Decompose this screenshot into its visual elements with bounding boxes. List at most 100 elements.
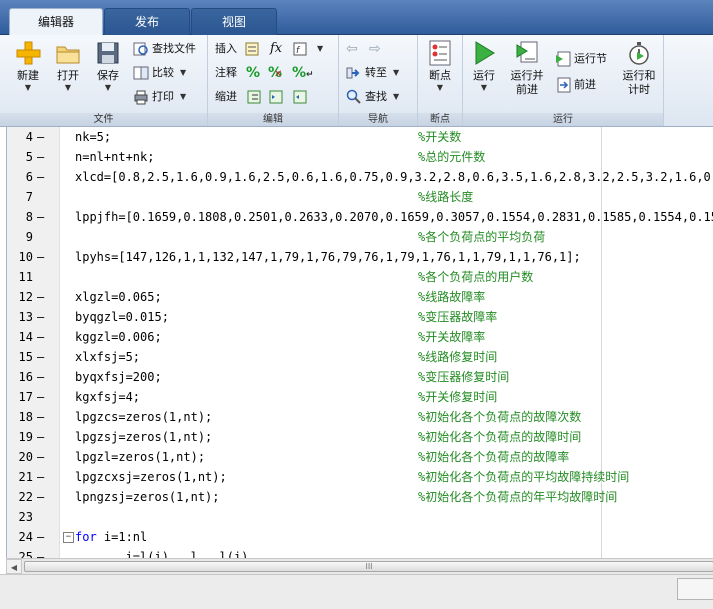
code-line[interactable]: 5– n=nl+nt+nk; %总的元件数 xyxy=(7,147,713,167)
breakpoint-marker[interactable]: – xyxy=(37,307,44,327)
comment-label: 注释 xyxy=(215,66,237,79)
line-number: 14 xyxy=(18,330,33,344)
find-files-icon xyxy=(133,41,149,57)
breakpoint-marker[interactable]: – xyxy=(37,367,44,387)
code-line[interactable]: 18– lpgzcs=zeros(1,nt); %初始化各个负荷点的故障次数 xyxy=(7,407,713,427)
insert-section-icon[interactable] xyxy=(244,39,263,59)
folder-icon xyxy=(54,39,82,67)
breakpoint-marker[interactable]: – xyxy=(37,487,44,507)
fx-button[interactable]: fx xyxy=(270,39,282,59)
scrollbar-thumb[interactable]: III xyxy=(24,561,713,572)
find-files-button[interactable]: 查找文件 xyxy=(133,39,196,59)
breakpoint-marker[interactable]: – xyxy=(37,447,44,467)
run-advance-button[interactable]: 运行并 前进 xyxy=(505,39,549,97)
code-rest: i=1:nl xyxy=(96,530,148,544)
code-line[interactable]: 9 %各个负荷点的平均负荷 xyxy=(7,227,713,247)
increase-indent-icon[interactable] xyxy=(268,87,287,107)
code-comment: %线路长度 xyxy=(418,190,474,204)
code-line[interactable]: 7 %线路长度 xyxy=(7,187,713,207)
uncomment-icon[interactable]: %✕ xyxy=(268,63,282,83)
save-button[interactable]: 保存 ▼ xyxy=(90,39,126,93)
breakpoint-marker[interactable]: – xyxy=(37,327,44,347)
line-number: 7 xyxy=(25,190,33,204)
breakpoint-marker[interactable]: – xyxy=(37,527,44,547)
goto-button[interactable]: 转至 ▼ xyxy=(346,63,399,83)
run-and-time-label: 运行和 计时 xyxy=(622,69,656,96)
breakpoint-marker[interactable]: – xyxy=(37,427,44,447)
new-button[interactable]: 新建 ▼ xyxy=(8,39,48,93)
breakpoint-marker[interactable]: – xyxy=(37,407,44,427)
smart-indent-icon[interactable] xyxy=(246,87,265,107)
scroll-left-icon[interactable]: ◀ xyxy=(6,559,22,574)
advance-button[interactable]: 前进 xyxy=(555,75,596,95)
chevron-down-icon: ▼ xyxy=(436,83,444,92)
line-number: 10 xyxy=(18,250,33,264)
code-line[interactable]: 17– kgxfsj=4; %开关修复时间 xyxy=(7,387,713,407)
wrap-comments-icon[interactable]: %↵ xyxy=(292,63,314,83)
breakpoint-marker[interactable]: – xyxy=(37,467,44,487)
indent-button[interactable]: 缩进 xyxy=(215,87,237,107)
breakpoint-marker[interactable]: – xyxy=(37,127,44,147)
run-advance-icon xyxy=(513,39,541,67)
line-number: 16 xyxy=(18,370,33,384)
fold-toggle-icon[interactable]: − xyxy=(63,532,74,543)
code-line[interactable]: 8– lppjfh=[0.1659,0.1808,0.2501,0.2633,0.… xyxy=(7,207,713,227)
code-line[interactable]: 24– − for i=1:nl xyxy=(7,527,713,547)
breakpoint-marker[interactable]: – xyxy=(37,247,44,267)
forward-arrow-icon[interactable]: ⇨ xyxy=(369,39,381,59)
run-section-button[interactable]: 运行节 xyxy=(555,49,607,69)
breakpoints-button[interactable]: 断点 ▼ xyxy=(423,39,457,93)
breakpoint-marker[interactable]: – xyxy=(37,207,44,227)
code-line[interactable]: 14– kggzl=0.006; %开关故障率 xyxy=(7,327,713,347)
back-arrow-icon[interactable]: ⇦ xyxy=(346,39,358,59)
line-number: 12 xyxy=(18,290,33,304)
code-line[interactable]: 21– lpgzcxsj=zeros(1,nt); %初始化各个负荷点的平均故障持续… xyxy=(7,467,713,487)
code-text: lpgzcxsj=zeros(1,nt); xyxy=(75,470,227,484)
breakpoint-marker[interactable]: – xyxy=(37,387,44,407)
line-number: 6 xyxy=(25,170,33,184)
print-button[interactable]: 打印 ▼ xyxy=(133,87,186,107)
tab-publish[interactable]: 发布 xyxy=(104,8,190,35)
code-line[interactable]: 20– lpgzl=zeros(1,nt); %初始化各个负荷点的故障率 xyxy=(7,447,713,467)
code-line[interactable]: 25– ...i=l(i)...l...l(i) xyxy=(7,547,713,558)
stopwatch-icon xyxy=(625,39,653,67)
code-line[interactable]: 16– byqxfsj=200; %变压器修复时间 xyxy=(7,367,713,387)
horizontal-scrollbar[interactable]: ◀ III xyxy=(6,558,713,574)
play-icon xyxy=(470,39,498,67)
run-button[interactable]: 运行 ▼ xyxy=(467,39,501,93)
compare-button[interactable]: 比较 ▼ xyxy=(133,63,186,83)
floppy-disk-icon xyxy=(94,39,122,67)
chevron-down-icon: ▼ xyxy=(180,92,187,101)
code-line[interactable]: 12– xlgzl=0.065; %线路故障率 xyxy=(7,287,713,307)
code-line[interactable]: 15– xlxfsj=5; %线路修复时间 xyxy=(7,347,713,367)
code-line[interactable]: 23 xyxy=(7,507,713,527)
line-number: 13 xyxy=(18,310,33,324)
breakpoint-marker[interactable]: – xyxy=(37,167,44,187)
find-button[interactable]: 查找 ▼ xyxy=(346,87,399,107)
breakpoint-marker[interactable]: – xyxy=(37,347,44,367)
insert-button[interactable]: 插入 xyxy=(215,39,237,59)
breakpoint-marker[interactable]: – xyxy=(37,547,44,558)
tab-editor[interactable]: 编辑器 xyxy=(9,8,103,36)
open-button[interactable]: 打开 ▼ xyxy=(50,39,86,93)
breakpoint-marker[interactable]: – xyxy=(37,287,44,307)
code-line[interactable]: 13– byqgzl=0.015; %变压器故障率 xyxy=(7,307,713,327)
code-line[interactable]: 11 %各个负荷点的用户数 xyxy=(7,267,713,287)
tab-view[interactable]: 视图 xyxy=(191,8,277,35)
comment-button[interactable]: 注释 xyxy=(215,63,237,83)
comment-percent-icon[interactable]: % xyxy=(246,63,260,83)
code-line[interactable]: 6– xlcd=[0.8,2.5,1.6,0.9,1.6,2.5,0.6,1.6,… xyxy=(7,167,713,187)
code-line[interactable]: 19– lpgzsj=zeros(1,nt); %初始化各个负荷点的故障时间 xyxy=(7,427,713,447)
function-icon[interactable]: f ▼ xyxy=(292,39,323,59)
decrease-indent-icon[interactable] xyxy=(292,87,311,107)
keyword: for xyxy=(75,530,97,544)
code-line[interactable]: 22– lpngzsj=zeros(1,nt); %初始化各个负荷点的年平均故障时间 xyxy=(7,487,713,507)
code-editor[interactable]: 4– nk=5; %开关数 5– n=nl+nt+nk; %总的元件数 6– xlcd=[0.… xyxy=(6,127,713,558)
run-and-time-button[interactable]: 运行和 计时 xyxy=(617,39,661,97)
code-line[interactable]: 10– lpyhs=[147,126,1,1,132,147,1,79,1,76,… xyxy=(7,247,713,267)
code-text: lpgzcs=zeros(1,nt); xyxy=(75,410,213,424)
fx-icon: fx xyxy=(270,41,283,56)
breakpoint-marker[interactable]: – xyxy=(37,147,44,167)
code-line[interactable]: 4– nk=5; %开关数 xyxy=(7,127,713,147)
code-comment: %线路修复时间 xyxy=(418,350,498,364)
